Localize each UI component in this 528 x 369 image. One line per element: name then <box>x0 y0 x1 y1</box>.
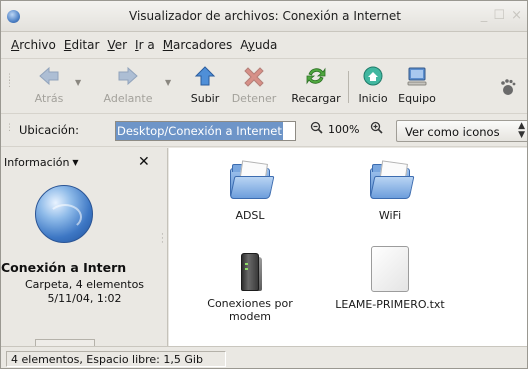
status-text: 4 elementos, Espacio libre: 1,5 Gib <box>6 351 226 367</box>
updown-arrows-icon: ▲ ▼ <box>518 121 525 140</box>
menu-archivo[interactable]: Archivo <box>7 38 60 52</box>
menu-ver[interactable]: Ver <box>103 38 131 52</box>
location-grip[interactable]: ⋮ <box>5 124 14 133</box>
status-bar: 4 elementos, Espacio libre: 1,5 Gib <box>1 346 527 368</box>
location-bar: ⋮ Ubicación: Desktop/Conexión a Internet… <box>1 115 527 147</box>
file-item-label: WiFi <box>378 209 402 222</box>
arrow-left-icon <box>36 63 62 89</box>
side-pane: Información ▼ ✕ Conexión a Intern Carpet… <box>1 148 168 347</box>
up-button[interactable]: Subir <box>187 63 223 111</box>
file-item-label: Conexiones por <box>207 297 293 310</box>
menu-marcadores[interactable]: Marcadores <box>159 38 237 52</box>
zoom-level[interactable]: 100% <box>328 123 359 136</box>
toolbar-separator <box>348 71 349 103</box>
forward-history-chevron-down-icon[interactable]: ▼ <box>165 78 171 87</box>
globe-icon <box>35 185 93 243</box>
side-pane-folder-kind: Carpeta, 4 elementos <box>24 278 145 291</box>
zoom-out-icon[interactable] <box>310 121 323 138</box>
folder-icon <box>228 160 275 200</box>
chevron-down-icon: ▼ <box>72 158 79 167</box>
window-controls[interactable]: _ ☐ × <box>481 8 523 23</box>
reload-icon <box>303 63 329 89</box>
file-item-conexiones-modem[interactable]: Conexiones por modem <box>190 249 310 323</box>
home-button[interactable]: Inicio <box>353 63 393 111</box>
toolbar-grip[interactable]: ⋮ ⋮ <box>5 74 14 89</box>
reload-button[interactable]: Recargar <box>287 63 345 111</box>
modem-icon <box>235 249 265 293</box>
side-pane-selector[interactable]: Información ▼ <box>4 156 79 169</box>
menu-ir-a[interactable]: Ir a <box>131 38 159 52</box>
side-pane-folder-name: Conexión a Intern <box>1 260 127 275</box>
location-label: Ubicación: <box>19 123 79 137</box>
zoom-in-icon[interactable] <box>370 121 383 138</box>
toolbar: ⋮ ⋮ Atrás ▼ Adelante ▼ Subir Detener Rec… <box>1 58 527 114</box>
file-item-wifi[interactable]: WiFi <box>330 160 450 222</box>
stop-button[interactable]: Detener <box>227 63 281 111</box>
side-pane-title: Información <box>4 156 70 169</box>
back-history-chevron-down-icon[interactable]: ▼ <box>75 78 81 87</box>
forward-button[interactable]: Adelante <box>99 63 157 111</box>
window-title: Visualizador de archivos: Conexión a Int… <box>129 9 401 23</box>
location-input[interactable]: Desktop/Conexión a Internet <box>115 121 296 141</box>
title-bar[interactable]: Visualizador de archivos: Conexión a Int… <box>1 1 527 32</box>
file-item-label-line2: modem <box>229 310 271 323</box>
side-pane-folder-date: 5/11/04, 1:02 <box>47 292 122 305</box>
home-icon <box>360 63 386 89</box>
gnome-foot-icon <box>499 78 517 96</box>
close-icon[interactable]: ✕ <box>138 154 150 170</box>
file-item-adsl[interactable]: ADSL <box>190 160 310 222</box>
text-file-icon <box>371 246 409 292</box>
computer-icon <box>404 63 430 89</box>
file-manager-window: Visualizador de archivos: Conexión a Int… <box>0 0 528 369</box>
arrow-up-icon <box>192 63 218 89</box>
icon-view[interactable]: ADSL WiFi Conexiones por modem LEAME-PRI… <box>169 148 527 346</box>
menu-bar: Archivo Editar Ver Ir a Marcadores Ayuda <box>1 32 527 57</box>
pane-resize-grip[interactable]: · · · <box>161 231 164 248</box>
location-value: Desktop/Conexión a Internet <box>116 122 283 140</box>
view-mode-select[interactable]: Ver como iconos ▲ ▼ <box>396 120 527 142</box>
arrow-right-icon <box>115 63 141 89</box>
file-item-leame-primero[interactable]: LEAME-PRIMERO.txt <box>322 246 458 311</box>
back-button[interactable]: Atrás <box>31 63 67 111</box>
file-item-label: LEAME-PRIMERO.txt <box>335 298 445 311</box>
folder-icon <box>368 160 415 200</box>
view-mode-label: Ver como iconos <box>405 125 500 139</box>
menu-ayuda[interactable]: Ayuda <box>236 38 281 52</box>
menu-editar[interactable]: Editar <box>60 38 104 52</box>
file-item-label: ADSL <box>235 209 265 222</box>
stop-icon <box>241 63 267 89</box>
computer-button[interactable]: Equipo <box>395 63 439 111</box>
